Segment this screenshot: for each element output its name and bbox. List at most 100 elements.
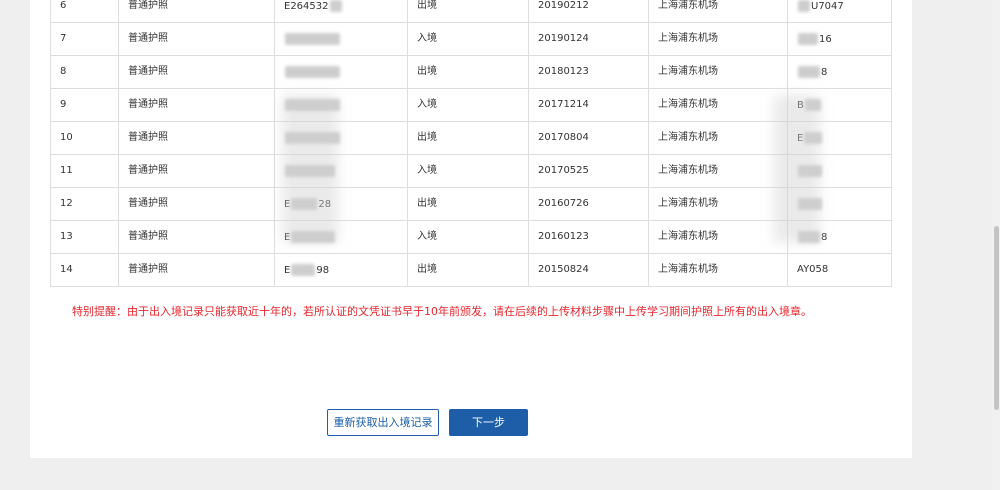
passport-number-visible-part: 28 bbox=[318, 198, 332, 210]
flight-number-cell: B bbox=[787, 88, 892, 122]
scrollbar-thumb[interactable] bbox=[994, 226, 999, 410]
row-index-cell: 13 bbox=[50, 220, 119, 254]
port-cell: 上海浦东机场 bbox=[648, 154, 788, 188]
table-row: 9 普通护照 入境 20171214 上海浦东机场 B bbox=[50, 88, 892, 122]
passport-number-cell bbox=[274, 121, 408, 155]
row-index-cell: 12 bbox=[50, 187, 119, 221]
table-row: 10 普通护照 出境 20170804 上海浦东机场 E bbox=[50, 121, 892, 155]
redacted-blur bbox=[285, 65, 340, 78]
port-cell: 上海浦东机场 bbox=[648, 0, 788, 23]
passport-type-cell: 普通护照 bbox=[118, 88, 275, 122]
redacted-blur bbox=[285, 32, 340, 45]
port-cell: 上海浦东机场 bbox=[648, 22, 788, 56]
date-cell: 20180123 bbox=[528, 55, 649, 89]
passport-number-cell bbox=[274, 154, 408, 188]
passport-number-visible-part: E bbox=[284, 198, 291, 210]
direction-cell: 入境 bbox=[407, 88, 529, 122]
port-cell: 上海浦东机场 bbox=[648, 55, 788, 89]
passport-number-cell bbox=[274, 55, 408, 89]
passport-number-visible-part: 98 bbox=[316, 264, 330, 276]
next-step-button[interactable]: 下一步 bbox=[449, 409, 528, 436]
redacted-blur bbox=[285, 164, 335, 177]
passport-number-cell: E bbox=[274, 220, 408, 254]
passport-type-cell: 普通护照 bbox=[118, 0, 275, 23]
redacted-blur bbox=[798, 0, 810, 12]
date-cell: 20170804 bbox=[528, 121, 649, 155]
passport-type-cell: 普通护照 bbox=[118, 55, 275, 89]
flight-number-visible-part: 8 bbox=[821, 66, 828, 78]
table-row: 6 普通护照 E264532 出境 20190212 上海浦东机场 U7047 bbox=[50, 0, 892, 23]
passport-type-cell: 普通护照 bbox=[118, 253, 275, 287]
direction-cell: 入境 bbox=[407, 22, 529, 56]
port-cell: 上海浦东机场 bbox=[648, 88, 788, 122]
table-row: 14 普通护照 E 98 出境 20150824 上海浦东机场 AY058 bbox=[50, 253, 892, 287]
content-panel: 6 普通护照 E264532 出境 20190212 上海浦东机场 U7047 … bbox=[30, 0, 912, 458]
passport-type-cell: 普通护照 bbox=[118, 220, 275, 254]
table-row: 8 普通护照 出境 20180123 上海浦东机场 8 bbox=[50, 55, 892, 89]
redacted-blur bbox=[798, 32, 818, 45]
direction-cell: 入境 bbox=[407, 154, 529, 188]
passport-number-cell: E 28 bbox=[274, 187, 408, 221]
page-scrollbar[interactable] bbox=[992, 0, 1000, 490]
row-index-cell: 11 bbox=[50, 154, 119, 188]
passport-number-cell bbox=[274, 22, 408, 56]
port-cell: 上海浦东机场 bbox=[648, 187, 788, 221]
flight-number-cell: 8 bbox=[787, 220, 892, 254]
date-cell: 20150824 bbox=[528, 253, 649, 287]
passport-number-cell: E 98 bbox=[274, 253, 408, 287]
redacted-blur bbox=[285, 131, 340, 144]
refetch-records-button[interactable]: 重新获取出入境记录 bbox=[327, 409, 439, 436]
passport-number-visible-part: E264532 bbox=[284, 0, 329, 12]
flight-number-visible-part: 8 bbox=[821, 231, 828, 243]
table-row: 12 普通护照 E 28 出境 20160726 上海浦东机场 bbox=[50, 187, 892, 221]
date-cell: 20190212 bbox=[528, 0, 649, 23]
direction-cell: 出境 bbox=[407, 187, 529, 221]
passport-type-cell: 普通护照 bbox=[118, 187, 275, 221]
passport-number-cell: E264532 bbox=[274, 0, 408, 23]
row-index-cell: 10 bbox=[50, 121, 119, 155]
row-index-cell: 6 bbox=[50, 0, 119, 23]
redacted-blur bbox=[285, 98, 340, 111]
flight-number-visible-part: E bbox=[797, 132, 804, 144]
direction-cell: 出境 bbox=[407, 121, 529, 155]
special-reminder-notice: 特别提醒：由于出入境记录只能获取近十年的，若所认证的文凭证书早于10年前颁发，请… bbox=[72, 305, 812, 318]
table-row: 7 普通护照 入境 20190124 上海浦东机场 16 bbox=[50, 22, 892, 56]
redacted-blur bbox=[291, 263, 316, 276]
redacted-blur bbox=[798, 164, 822, 177]
redacted-blur bbox=[329, 0, 342, 12]
redacted-blur bbox=[804, 131, 823, 144]
table-row: 13 普通护照 E 入境 20160123 上海浦东机场 8 bbox=[50, 220, 892, 254]
flight-number-visible-part: AY058 bbox=[797, 264, 829, 275]
flight-number-visible-part: U7047 bbox=[811, 0, 844, 12]
passport-type-cell: 普通护照 bbox=[118, 121, 275, 155]
flight-number-visible-part: B bbox=[797, 99, 804, 111]
flight-number-cell: U7047 bbox=[787, 0, 892, 23]
date-cell: 20170525 bbox=[528, 154, 649, 188]
entry-exit-records-table: 6 普通护照 E264532 出境 20190212 上海浦东机场 U7047 … bbox=[50, 0, 892, 287]
redacted-blur bbox=[798, 197, 822, 210]
date-cell: 20171214 bbox=[528, 88, 649, 122]
flight-number-cell bbox=[787, 154, 892, 188]
table-row: 11 普通护照 入境 20170525 上海浦东机场 bbox=[50, 154, 892, 188]
date-cell: 20160726 bbox=[528, 187, 649, 221]
date-cell: 20160123 bbox=[528, 220, 649, 254]
redacted-blur bbox=[798, 65, 820, 78]
flight-number-cell: 16 bbox=[787, 22, 892, 56]
passport-type-cell: 普通护照 bbox=[118, 154, 275, 188]
redacted-blur bbox=[291, 230, 336, 243]
direction-cell: 出境 bbox=[407, 0, 529, 23]
passport-type-cell: 普通护照 bbox=[118, 22, 275, 56]
redacted-blur bbox=[804, 98, 821, 111]
direction-cell: 入境 bbox=[407, 220, 529, 254]
row-index-cell: 14 bbox=[50, 253, 119, 287]
row-index-cell: 9 bbox=[50, 88, 119, 122]
port-cell: 上海浦东机场 bbox=[648, 220, 788, 254]
flight-number-visible-part: 16 bbox=[819, 33, 832, 45]
direction-cell: 出境 bbox=[407, 55, 529, 89]
flight-number-cell: AY058 bbox=[787, 253, 892, 287]
flight-number-cell: 8 bbox=[787, 55, 892, 89]
flight-number-cell: E bbox=[787, 121, 892, 155]
passport-number-cell bbox=[274, 88, 408, 122]
redacted-blur bbox=[798, 230, 820, 243]
passport-number-visible-part: E bbox=[284, 231, 291, 243]
